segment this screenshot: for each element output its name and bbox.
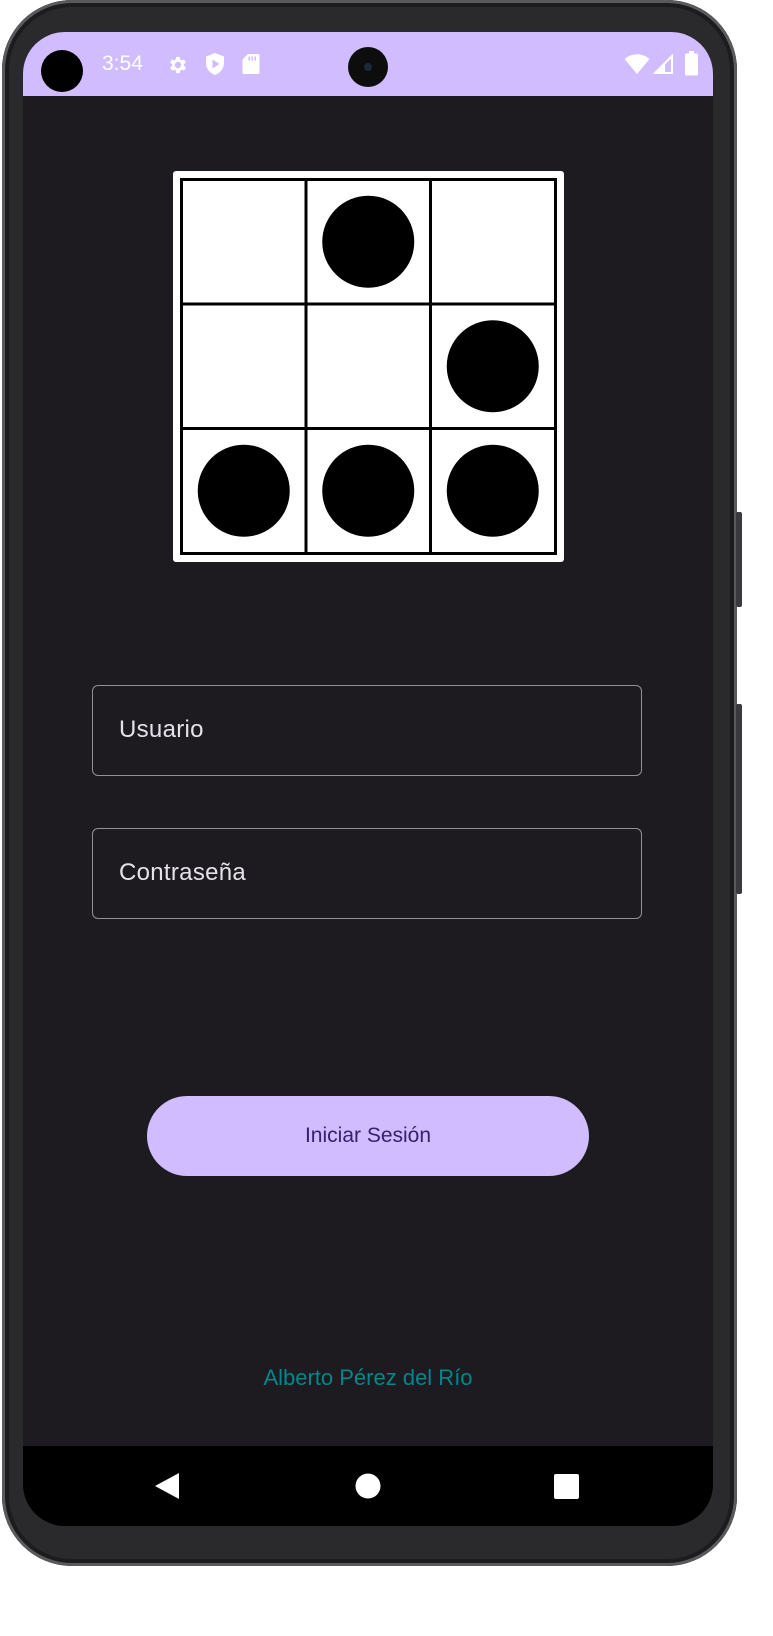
password-field[interactable]: Contraseña [92, 828, 642, 919]
sd-card-icon [242, 53, 260, 79]
wifi-icon [624, 54, 650, 78]
back-icon[interactable] [154, 1472, 180, 1504]
username-field[interactable]: Usuario [92, 685, 642, 776]
recents-icon[interactable] [554, 1474, 579, 1503]
logo-grid [180, 178, 557, 555]
username-label: Usuario [119, 716, 204, 743]
camera-cutout [41, 50, 83, 92]
signal-icon [652, 53, 673, 78]
author-name: Alberto Pérez del Río [263, 1365, 473, 1390]
glider-dot [197, 444, 290, 537]
app-screen: 3:54 Usuario Contraseña Iniciar Sesión A… [23, 32, 713, 1526]
login-button-label: Iniciar Sesión [304, 1124, 432, 1147]
battery-icon [685, 51, 698, 80]
status-bar: 3:54 [23, 32, 713, 96]
settings-icon [167, 54, 189, 80]
glider-dot [446, 444, 539, 537]
home-icon[interactable] [355, 1473, 381, 1503]
password-label: Contraseña [119, 859, 247, 886]
front-camera [348, 47, 388, 87]
power-button [736, 704, 742, 894]
glider-dot [446, 320, 539, 413]
status-time: 3:54 [102, 52, 143, 75]
glider-dot [322, 195, 415, 288]
shield-play-icon [204, 52, 226, 80]
login-button[interactable]: Iniciar Sesión [147, 1096, 589, 1176]
glider-logo [173, 171, 564, 562]
volume-button [736, 512, 742, 607]
glider-dot [322, 444, 415, 537]
navigation-bar [23, 1446, 713, 1526]
